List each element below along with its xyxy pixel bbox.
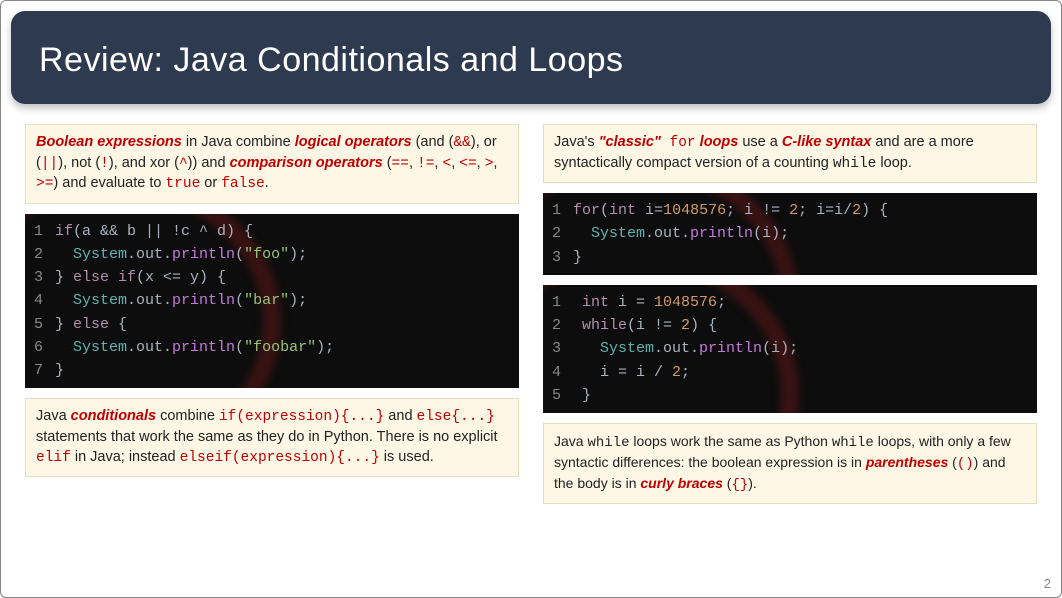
right-box-while: Java while loops work the same as Python… [543,423,1037,504]
page-number: 2 [1044,576,1051,591]
right-code-for: 1for(int i=1048576; i != 2; i=i/2) { 2 S… [543,193,1037,275]
right-column: Java's "classic" for loops use a C-like … [543,124,1037,504]
slide-title: Review: Java Conditionals and Loops [39,41,1023,80]
left-column: Boolean expressions in Java combine logi… [25,124,519,477]
right-box-for-loops: Java's "classic" for loops use a C-like … [543,124,1037,183]
right-code-while: 1 int i = 1048576; 2 while(i != 2) { 3 S… [543,285,1037,413]
slide-header: Review: Java Conditionals and Loops [11,11,1051,104]
left-box-conditionals: Java conditionals combine if(expression)… [25,398,519,477]
slide-body: Boolean expressions in Java combine logi… [1,104,1061,504]
slide: Review: Java Conditionals and Loops Bool… [0,0,1062,598]
left-box-boolean-expressions: Boolean expressions in Java combine logi… [25,124,519,204]
left-code-if-else: 1if(a && b || !c ^ d) { 2 System.out.pri… [25,214,519,389]
